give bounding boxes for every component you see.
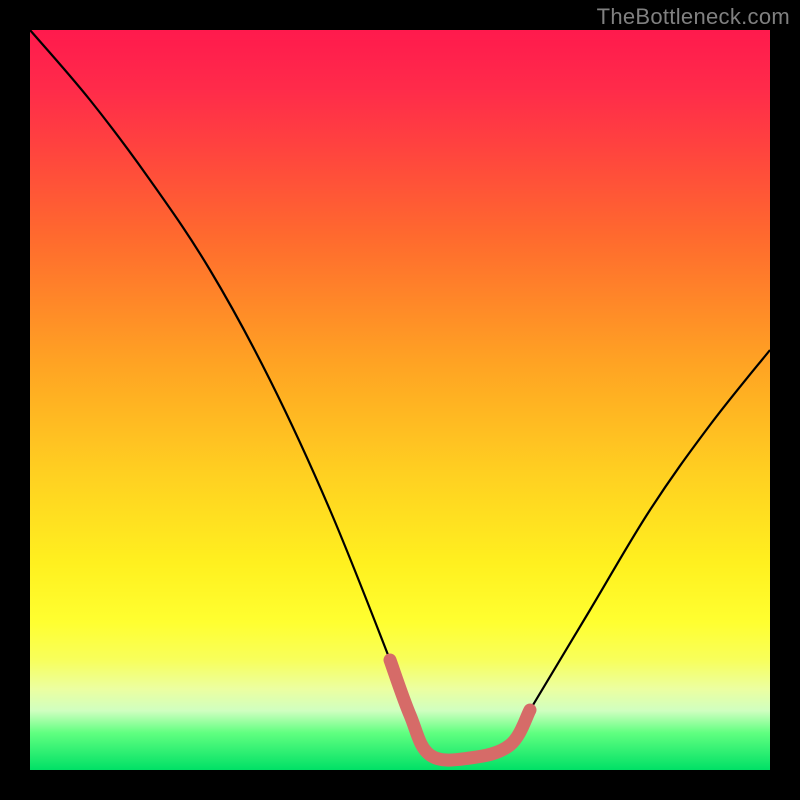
curve-overlay	[30, 30, 770, 770]
chart-frame: TheBottleneck.com	[0, 0, 800, 800]
watermark-text: TheBottleneck.com	[597, 4, 790, 30]
trough-highlight	[390, 660, 530, 760]
bottleneck-curve	[30, 30, 770, 760]
